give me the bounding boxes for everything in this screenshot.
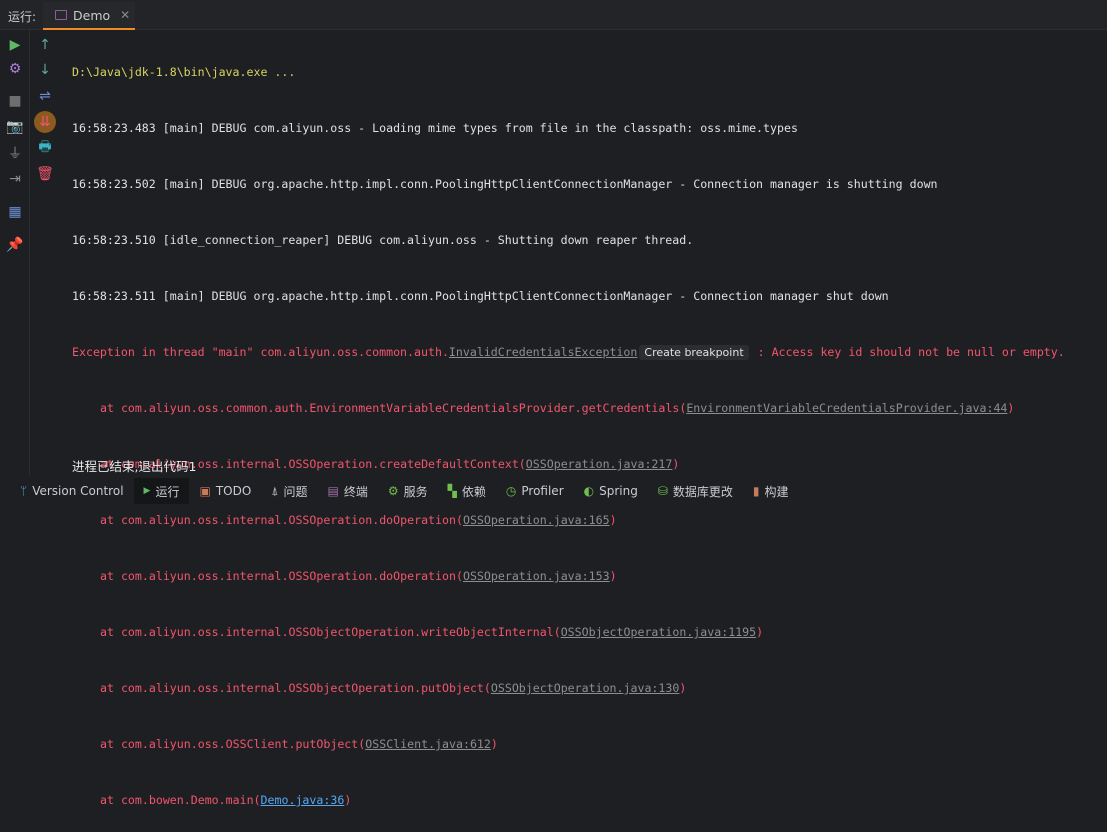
scroll-to-end-icon[interactable]: ⇊	[34, 111, 56, 133]
branch-icon: ᛘ	[20, 484, 28, 498]
label: 构建	[764, 484, 789, 499]
stack-frame-text: at com.aliyun.oss.internal.OSSObjectOper…	[100, 681, 491, 695]
toolwindow-services[interactable]: ⚙ 服务	[378, 478, 438, 504]
print-icon[interactable]: 🖶	[35, 138, 55, 158]
close-icon[interactable]: ✕	[120, 8, 130, 22]
toolwindow-database-changes[interactable]: ⛁ 数据库更改	[648, 478, 743, 504]
exception-line: Exception in thread "main" com.aliyun.os…	[72, 342, 1065, 370]
source-link[interactable]: Demo.java:36	[261, 793, 345, 807]
source-link[interactable]: OSSOperation.java:153	[463, 569, 610, 583]
tool-window-bar: ᛘ Version Control ▶ 运行 ▣ TODO ⍋ 问题 ▤ 终端 ⚙ 服务 ▚…	[0, 476, 1107, 506]
source-link[interactable]: OSSObjectOperation.java:130	[491, 681, 679, 695]
stack-frame: at com.aliyun.oss.common.auth.Environmen…	[100, 401, 1015, 415]
camera-icon[interactable]: 📷	[5, 117, 25, 137]
stack-frame: at com.aliyun.oss.internal.OSSObjectOper…	[100, 625, 764, 639]
soft-wrap-icon[interactable]: ⇌	[35, 86, 55, 106]
toolwindow-profiler[interactable]: ◷ Profiler	[496, 478, 574, 504]
layout-icon[interactable]: ▦	[5, 202, 25, 222]
problems-icon: ⍋	[271, 483, 279, 498]
stop-icon[interactable]: ■	[5, 91, 25, 111]
log-line: 16:58:23.483 [main] DEBUG com.aliyun.oss…	[72, 121, 798, 135]
terminal-icon: ▤	[327, 484, 339, 498]
pin-icon[interactable]: 📌	[5, 235, 25, 255]
database-icon: ⛁	[657, 484, 668, 498]
toolwindow-todo[interactable]: ▣ TODO	[189, 478, 261, 504]
stack-frame-text: at com.aliyun.oss.internal.OSSOperation.…	[100, 513, 463, 527]
console-toolbar: ↑ ↓ ⇌ ⇊ 🖶 🗑	[31, 30, 59, 476]
spring-icon: ◐	[583, 484, 595, 498]
toolwindow-run[interactable]: ▶ 运行	[133, 478, 190, 504]
todo-icon: ▣	[199, 484, 211, 498]
stack-frame: at com.aliyun.oss.OSSClient.putObject(OS…	[100, 737, 498, 751]
exception-class-link[interactable]: InvalidCredentialsException	[449, 345, 637, 359]
stack-frame: at com.aliyun.oss.internal.OSSOperation.…	[100, 569, 617, 583]
exit-icon[interactable]: ⇥	[5, 169, 25, 189]
source-link[interactable]: EnvironmentVariableCredentialsProvider.j…	[686, 401, 1007, 415]
source-link[interactable]: OSSOperation.java:165	[463, 513, 610, 527]
play-icon: ▶	[143, 486, 151, 496]
label: Spring	[599, 484, 638, 498]
window-icon	[55, 10, 67, 20]
source-link[interactable]: OSSClient.java:612	[365, 737, 491, 751]
stack-frame-text: at com.aliyun.oss.internal.OSSOperation.…	[100, 569, 463, 583]
stack-frame-text: at com.bowen.Demo.main(	[100, 793, 261, 807]
toolwindow-dependencies[interactable]: ▚ 依赖	[438, 478, 496, 504]
run-label: 运行:	[8, 10, 37, 24]
build-icon: ▮	[752, 484, 760, 498]
console-output[interactable]: D:\Java\jdk-1.8\bin\java.exe ... 16:58:2…	[72, 34, 1065, 832]
plug-icon[interactable]: ⏚	[5, 143, 25, 163]
exit-message: 进程已结束,退出代码1	[72, 459, 197, 474]
tab-label: Demo	[73, 7, 111, 23]
log-line: 16:58:23.511 [main] DEBUG org.apache.htt…	[72, 289, 889, 303]
up-arrow-icon[interactable]: ↑	[35, 35, 55, 55]
source-link[interactable]: OSSObjectOperation.java:1195	[561, 625, 756, 639]
toolwindow-spring[interactable]: ◐ Spring	[574, 478, 648, 504]
label: TODO	[215, 484, 252, 498]
stack-frame: at com.aliyun.oss.internal.OSSOperation.…	[100, 513, 617, 527]
stack-frame-text: at com.aliyun.oss.internal.OSSObjectOper…	[100, 625, 561, 639]
run-toolwindow-header: 运行: Demo ✕	[0, 0, 1107, 30]
toolwindow-version-control[interactable]: ᛘ Version Control	[10, 478, 134, 504]
log-line: 16:58:23.502 [main] DEBUG org.apache.htt…	[72, 177, 938, 191]
left-toolbar: ▶ ⚙ ■ 📷 ⏚ ⇥ ▦ 📌	[0, 30, 30, 476]
toolwindow-problems[interactable]: ⍋ 问题	[261, 478, 317, 504]
stack-frame-text: at com.aliyun.oss.common.auth.Environmen…	[100, 401, 687, 415]
down-arrow-icon[interactable]: ↓	[35, 60, 55, 80]
toolwindow-build[interactable]: ▮ 构建	[743, 478, 799, 504]
create-breakpoint-button[interactable]: Create breakpoint	[639, 345, 749, 360]
label: Version Control	[32, 484, 124, 498]
exception-prefix: Exception in thread "main" com.aliyun.os…	[72, 345, 449, 359]
source-link[interactable]: OSSOperation.java:217	[526, 457, 673, 471]
rerun-icon[interactable]: ▶	[5, 35, 25, 55]
tab-demo[interactable]: Demo ✕	[43, 2, 135, 30]
label: 数据库更改	[672, 484, 733, 499]
trash-icon[interactable]: 🗑	[35, 164, 55, 184]
settings-icon[interactable]: ⚙	[5, 59, 25, 79]
stack-frame-text: at com.aliyun.oss.OSSClient.putObject(	[100, 737, 366, 751]
log-line: 16:58:23.510 [idle_connection_reaper] DE…	[72, 233, 694, 247]
stack-frame: at com.bowen.Demo.main(Demo.java:36)	[100, 793, 352, 807]
toolwindow-terminal[interactable]: ▤ 终端	[318, 478, 378, 504]
label: 问题	[283, 484, 308, 499]
exception-message: : Access key id should not be null or em…	[750, 345, 1065, 359]
label: 依赖	[461, 484, 486, 499]
label: Profiler	[521, 484, 564, 498]
label: 运行	[155, 484, 180, 499]
services-icon: ⚙	[387, 484, 399, 498]
stack-frame: at com.aliyun.oss.internal.OSSObjectOper…	[100, 681, 687, 695]
command-line: D:\Java\jdk-1.8\bin\java.exe ...	[72, 65, 296, 79]
profiler-icon: ◷	[505, 484, 517, 498]
dependencies-icon: ▚	[447, 484, 457, 498]
label: 服务	[403, 484, 428, 499]
label: 终端	[343, 484, 368, 499]
